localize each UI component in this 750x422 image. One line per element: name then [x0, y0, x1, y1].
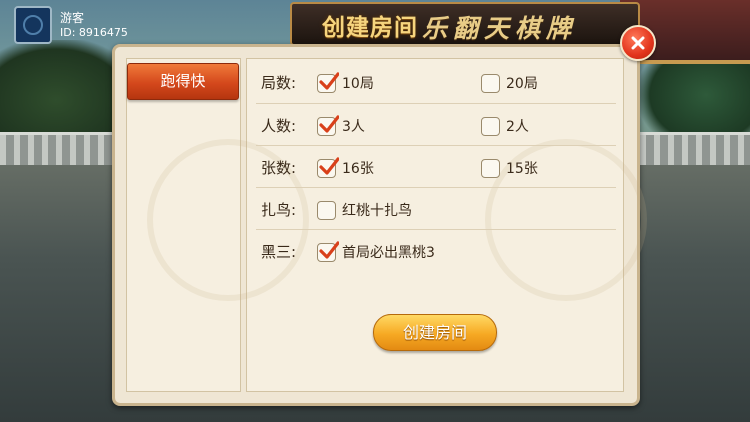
rule-label-rounds: 局数:: [261, 74, 297, 92]
option-3-players[interactable]: 3人: [317, 114, 365, 136]
option-label: 红桃十扎鸟: [342, 203, 412, 219]
checkbox-unchecked[interactable]: [481, 116, 500, 136]
checkbox-checked[interactable]: [317, 114, 339, 136]
option-label: 3人: [342, 119, 365, 135]
check-icon: [319, 156, 339, 175]
checkbox-unchecked[interactable]: [481, 73, 500, 93]
option-10-rounds[interactable]: 10局: [317, 71, 374, 93]
rule-label-cards: 张数:: [261, 159, 297, 177]
option-15-cards[interactable]: 15张: [481, 158, 538, 178]
checkbox-checked[interactable]: [317, 156, 339, 178]
row-divider: [256, 187, 616, 188]
user-name: 游客: [60, 11, 85, 25]
tab-paodekuai[interactable]: 跑得快: [127, 63, 239, 100]
option-first-spade-three[interactable]: 首局必出黑桃3: [317, 240, 435, 262]
option-2-players[interactable]: 2人: [481, 116, 529, 136]
create-room-button[interactable]: 创建房间: [373, 314, 497, 351]
row-divider: [256, 229, 616, 230]
check-icon: [319, 240, 339, 259]
rule-label-black-three: 黑三:: [261, 243, 297, 261]
checkbox-unchecked[interactable]: [317, 200, 336, 220]
avatar[interactable]: [14, 6, 52, 44]
option-hearts-ten-bird[interactable]: 红桃十扎鸟: [317, 200, 412, 220]
option-label: 首局必出黑桃3: [342, 245, 435, 261]
checkbox-checked[interactable]: [317, 240, 339, 262]
option-label: 15张: [506, 161, 538, 177]
background-railing-right: [640, 132, 750, 165]
check-icon: [319, 71, 339, 90]
check-icon: [319, 114, 339, 133]
rule-label-players: 人数:: [261, 117, 297, 135]
option-16-cards[interactable]: 16张: [317, 156, 374, 178]
dialog-title: 创建房间: [322, 15, 418, 41]
option-label: 20局: [506, 76, 538, 92]
checkbox-unchecked[interactable]: [481, 158, 500, 178]
option-label: 10局: [342, 76, 374, 92]
close-button[interactable]: [620, 25, 656, 61]
rule-label-bird: 扎鸟:: [261, 201, 297, 219]
option-label: 2人: [506, 119, 529, 135]
row-divider: [256, 145, 616, 146]
close-icon: [631, 36, 645, 50]
user-id: ID: 8916475: [60, 26, 128, 39]
brand-logo-text: 乐翻天棋牌: [422, 14, 578, 43]
avatar-emblem-icon: [23, 15, 43, 35]
row-divider: [256, 103, 616, 104]
background-railing-left: [0, 132, 112, 165]
option-label: 16张: [342, 161, 374, 177]
checkbox-checked[interactable]: [317, 71, 339, 93]
option-20-rounds[interactable]: 20局: [481, 73, 538, 93]
